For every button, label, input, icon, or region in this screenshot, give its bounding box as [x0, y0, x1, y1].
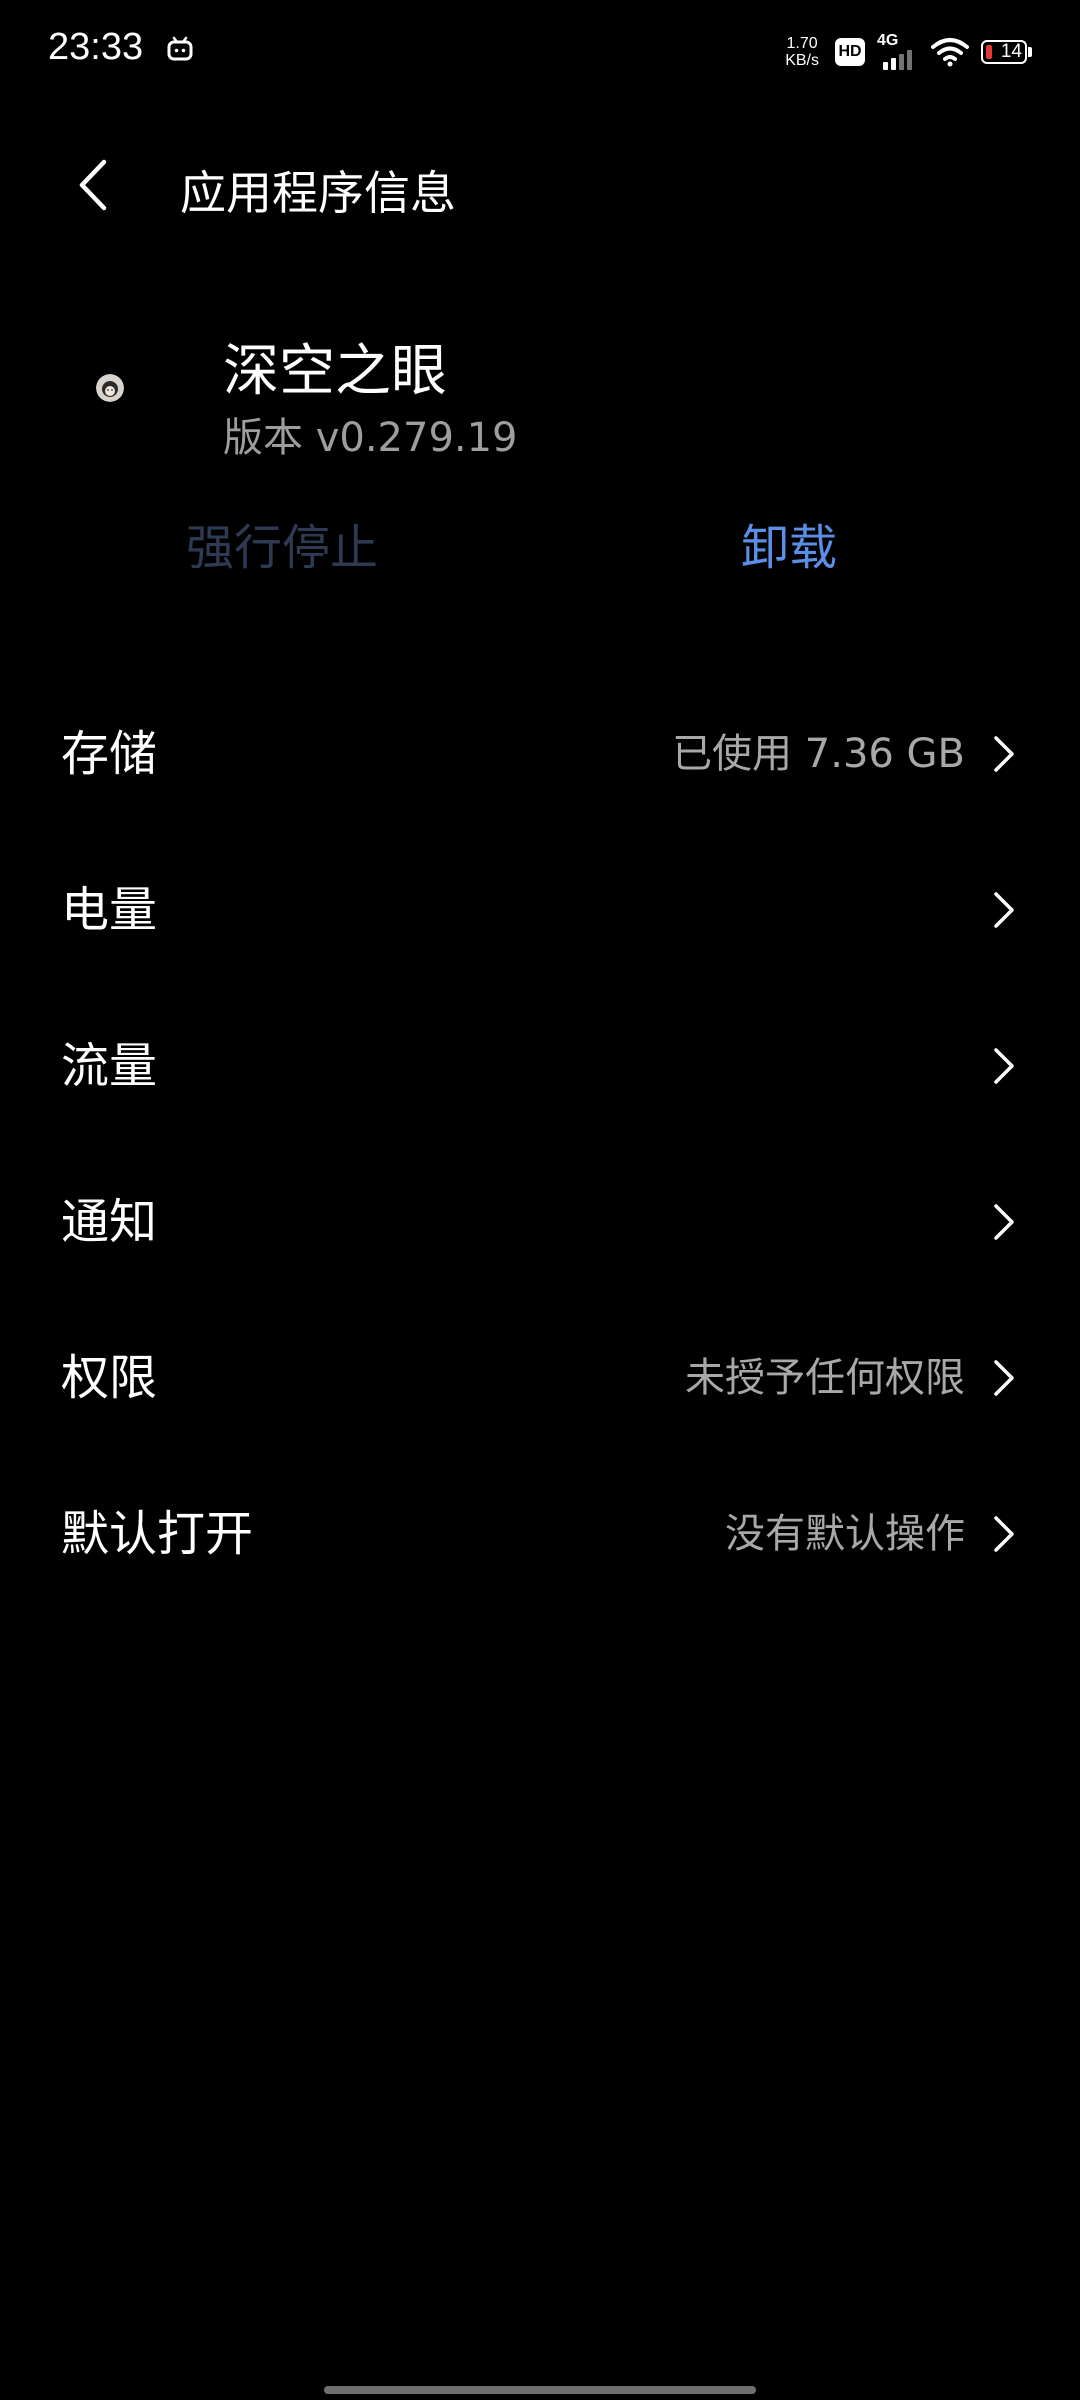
app-name: 深空之眼 [223, 339, 447, 404]
tv-icon [167, 36, 193, 61]
battery-level: 14 [1000, 41, 1022, 62]
setting-label: 通知 [61, 1194, 158, 1250]
setting-row-open-by-default[interactable]: 默认打开 没有默认操作 [0, 1456, 1080, 1612]
force-stop-button[interactable]: 强行停止 [186, 515, 378, 581]
chevron-right-icon [994, 736, 1014, 772]
app-icon [96, 374, 124, 402]
setting-value: 已使用 7.36 GB [672, 731, 965, 777]
setting-row-storage[interactable]: 存储 已使用 7.36 GB [0, 676, 1080, 832]
setting-row-battery[interactable]: 电量 [0, 832, 1080, 988]
status-indicators: 1.70 KB/s HD 4G 14 [785, 30, 1032, 74]
battery-icon: 14 [981, 40, 1032, 64]
chevron-right-icon [994, 1048, 1014, 1084]
status-time: 23:33 [48, 26, 144, 68]
chevron-left-icon [79, 159, 107, 211]
header: 应用程序信息 [0, 130, 1080, 240]
chevron-right-icon [994, 892, 1014, 928]
setting-label: 电量 [61, 882, 158, 938]
setting-value: 未授予任何权限 [685, 1355, 965, 1401]
setting-label: 存储 [61, 726, 158, 782]
wifi-icon [931, 38, 969, 67]
setting-label: 流量 [61, 1038, 158, 1094]
app-version: 版本 v0.279.19 [223, 415, 518, 461]
setting-row-data-usage[interactable]: 流量 [0, 988, 1080, 1144]
chevron-right-icon [994, 1516, 1014, 1552]
settings-list: 存储 已使用 7.36 GB 电量 流量 通知 权限 未授予任何权限 默认打开 [0, 676, 1080, 1612]
network-speed-value: 1.70 [786, 35, 818, 52]
back-button[interactable] [62, 152, 128, 218]
setting-row-notifications[interactable]: 通知 [0, 1144, 1080, 1300]
battery-level-fill [986, 45, 992, 59]
setting-label: 默认打开 [61, 1506, 254, 1562]
network-speed: 1.70 KB/s [785, 35, 819, 69]
uninstall-button[interactable]: 卸载 [741, 515, 837, 581]
status-bar: 23:33 1.70 KB/s HD 4G 14 [0, 0, 1080, 100]
network-type-label: 4G [877, 32, 899, 49]
setting-value: 没有默认操作 [725, 1511, 965, 1557]
network-speed-unit: KB/s [785, 52, 819, 69]
page-title: 应用程序信息 [180, 166, 456, 220]
home-indicator[interactable] [324, 2386, 756, 2394]
chevron-right-icon [994, 1360, 1014, 1396]
chevron-right-icon [994, 1204, 1014, 1240]
hd-icon: HD [835, 38, 865, 66]
setting-row-permissions[interactable]: 权限 未授予任何权限 [0, 1300, 1080, 1456]
setting-label: 权限 [61, 1350, 158, 1406]
cellular-signal-icon: 4G [877, 32, 919, 70]
